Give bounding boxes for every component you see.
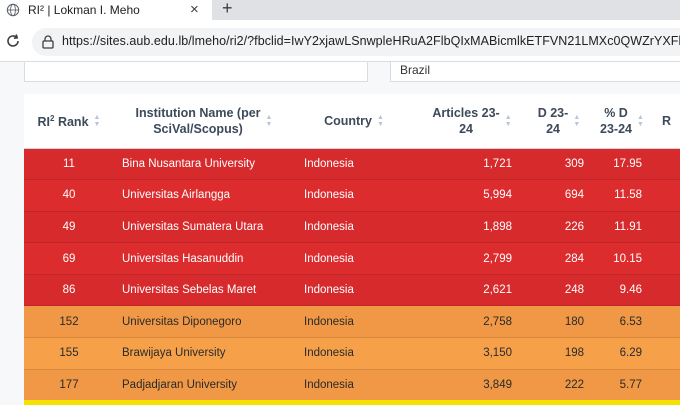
rank-cell: 49 — [24, 211, 114, 244]
globe-icon — [6, 3, 20, 17]
pct-d-cell: 10.15 — [588, 242, 656, 275]
header-institution-name[interactable]: Institution Name (per SciVal/Scopus) ▲ ▼ — [114, 94, 294, 149]
header-pct-d[interactable]: % D 23-24 ▲ ▼ — [588, 94, 656, 149]
country-cell: Indonesia — [294, 148, 414, 181]
overflow-cell — [656, 211, 680, 244]
articles-cell: 1,898 — [414, 211, 530, 244]
sort-icon: ▲ ▼ — [637, 113, 644, 128]
overflow-cell — [656, 337, 680, 370]
sort-icon: ▲ ▼ — [573, 113, 581, 128]
overflow-cell — [656, 148, 680, 181]
institution-name-cell: Brawijaya University — [114, 337, 294, 370]
table-row[interactable]: 177 Padjadjaran University Indonesia 3,849 2… — [24, 369, 680, 402]
d-cell: 694 — [530, 179, 588, 212]
table-row[interactable]: 152 Universitas Diponegoro Indonesia 2,758 1… — [24, 305, 680, 339]
overflow-cell — [656, 305, 680, 339]
reload-icon[interactable] — [4, 32, 22, 50]
rank-cell: 69 — [24, 242, 114, 275]
omnibox[interactable]: https://sites.aub.edu.lb/lmeho/ri2/?fbcl… — [32, 28, 680, 56]
institution-name-cell: Bina Nusantara University — [114, 148, 294, 181]
d-cell: 198 — [530, 337, 588, 370]
rank-cell: 152 — [24, 305, 114, 339]
sort-icon: ▲ ▼ — [265, 113, 273, 128]
tab-title: RI² | Lokman I. Meho — [28, 3, 140, 17]
rank-cell: 177 — [24, 369, 114, 402]
d-cell: 180 — [530, 305, 588, 339]
d-cell: 222 — [530, 369, 588, 402]
articles-cell: 3,849 — [414, 369, 530, 402]
institution-name-cell: Universitas Airlangga — [114, 179, 294, 212]
header-articles[interactable]: Articles 23- 24 ▲ ▼ — [414, 94, 530, 149]
institution-name-cell: Universitas Sebelas Maret — [114, 274, 294, 307]
sort-icon: ▲ ▼ — [376, 114, 384, 129]
pct-d-cell: 6.29 — [588, 337, 656, 370]
d-cell: 226 — [530, 211, 588, 244]
next-tier-row-edge — [24, 400, 680, 405]
site-info-icon[interactable] — [40, 34, 56, 50]
new-tab-icon[interactable]: + — [222, 0, 233, 19]
articles-cell: 2,621 — [414, 274, 530, 307]
table-row[interactable]: 49 Universitas Sumatera Utara Indonesia 1,8… — [24, 211, 680, 244]
filter-input[interactable] — [24, 62, 368, 82]
table-body: 11 Bina Nusantara University Indonesia 1,72… — [24, 148, 680, 402]
address-bar: https://sites.aub.edu.lb/lmeho/ri2/?fbcl… — [0, 20, 680, 62]
rank-cell: 155 — [24, 337, 114, 370]
pct-d-cell: 17.95 — [588, 148, 656, 181]
country-cell: Indonesia — [294, 211, 414, 244]
table-header-row: RI2 Rank ▲ ▼ Institution Name (per SciVal/S… — [24, 94, 680, 149]
table-row[interactable]: 155 Brawijaya University Indonesia 3,150 198… — [24, 337, 680, 370]
institution-name-cell: Universitas Diponegoro — [114, 305, 294, 339]
table-row[interactable]: 86 Universitas Sebelas Maret Indonesia 2,62… — [24, 274, 680, 307]
institution-name-cell: Padjadjaran University — [114, 369, 294, 402]
country-cell: Indonesia — [294, 337, 414, 370]
articles-cell: 3,150 — [414, 337, 530, 370]
table-row[interactable]: 69 Universitas Hasanuddin Indonesia 2,799 28… — [24, 242, 680, 275]
table-row[interactable]: 11 Bina Nusantara University Indonesia 1,72… — [24, 148, 680, 181]
country-cell: Indonesia — [294, 305, 414, 339]
browser-tab[interactable]: RI² | Lokman I. Meho × — [0, 0, 212, 20]
browser-tab-bar: RI² | Lokman I. Meho × + — [0, 0, 680, 20]
institution-name-cell: Universitas Sumatera Utara — [114, 211, 294, 244]
rank-cell: 86 — [24, 274, 114, 307]
rankings-table: RI2 Rank ▲ ▼ Institution Name (per SciVal/S… — [24, 94, 680, 402]
rank-cell: 40 — [24, 179, 114, 212]
institution-name-cell: Universitas Hasanuddin — [114, 242, 294, 275]
overflow-cell — [656, 242, 680, 275]
header-d[interactable]: D 23- 24 ▲ ▼ — [530, 94, 588, 149]
close-tab-icon[interactable]: × — [190, 1, 199, 18]
sort-icon: ▲ ▼ — [93, 113, 101, 128]
country-cell: Indonesia — [294, 274, 414, 307]
rankings-table-container: RI2 Rank ▲ ▼ Institution Name (per SciVal/S… — [24, 94, 680, 402]
page-content: Brazil RI2 Rank▲▼ Institution Name (pe — [0, 62, 680, 405]
overflow-cell — [656, 369, 680, 402]
url-text: https://sites.aub.edu.lb/lmeho/ri2/?fbcl… — [62, 34, 680, 48]
articles-cell: 2,758 — [414, 305, 530, 339]
articles-cell: 5,994 — [414, 179, 530, 212]
header-country[interactable]: Country ▲ ▼ — [294, 94, 414, 149]
table-row[interactable]: 40 Universitas Airlangga Indonesia 5,994 694… — [24, 179, 680, 212]
d-cell: 309 — [530, 148, 588, 181]
pct-d-cell: 6.53 — [588, 305, 656, 339]
pct-d-cell: 5.77 — [588, 369, 656, 402]
country-filter-value: Brazil — [400, 63, 431, 77]
country-filter-select[interactable]: Brazil — [390, 62, 680, 82]
country-cell: Indonesia — [294, 369, 414, 402]
pct-d-cell: 9.46 — [588, 274, 656, 307]
articles-cell: 2,799 — [414, 242, 530, 275]
header-rank[interactable]: RI2 Rank ▲ ▼ — [24, 94, 114, 149]
country-cell: Indonesia — [294, 179, 414, 212]
country-cell: Indonesia — [294, 242, 414, 275]
pct-d-cell: 11.91 — [588, 211, 656, 244]
d-cell: 248 — [530, 274, 588, 307]
header-next-column[interactable]: R — [656, 94, 680, 149]
rank-cell: 11 — [24, 148, 114, 181]
overflow-cell — [656, 179, 680, 212]
overflow-cell — [656, 274, 680, 307]
d-cell: 284 — [530, 242, 588, 275]
sort-icon: ▲ ▼ — [504, 113, 512, 128]
articles-cell: 1,721 — [414, 148, 530, 181]
pct-d-cell: 11.58 — [588, 179, 656, 212]
